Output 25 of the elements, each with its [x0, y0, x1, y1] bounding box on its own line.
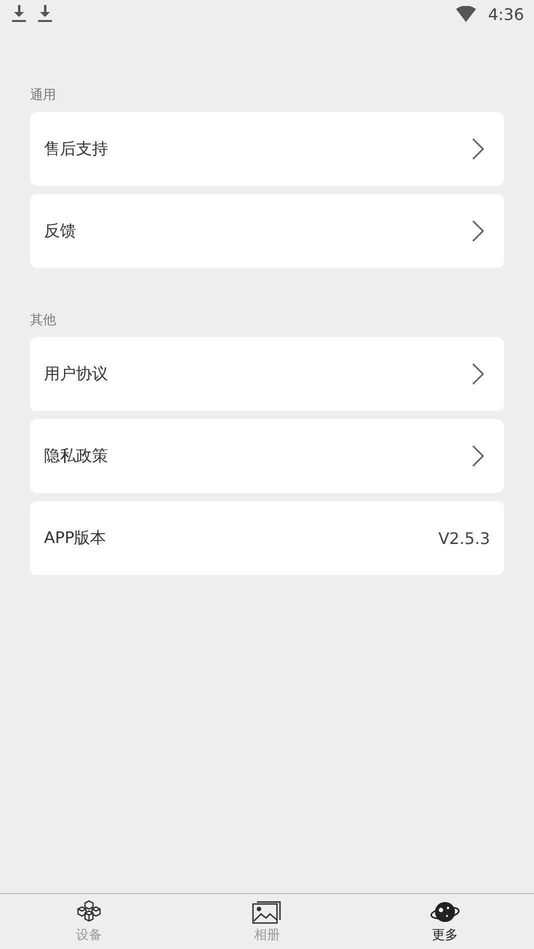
cubes-icon [76, 900, 102, 924]
download-icon [38, 5, 52, 23]
chevron-right-icon [472, 138, 484, 160]
clock-time: 4:36 [488, 4, 524, 24]
section-title: 通用 [30, 88, 57, 104]
chevron-right-icon [472, 220, 484, 242]
row-label: 用户协议 [44, 364, 109, 384]
version-value: V2.5.3 [438, 528, 490, 548]
settings-row[interactable]: 售后支持 [30, 112, 504, 186]
chevron-right-icon [472, 445, 484, 467]
section-title: 其他 [30, 313, 57, 329]
tab[interactable]: 更多 [356, 894, 534, 949]
row-label: 售后支持 [44, 138, 109, 160]
row-label: APP版本 [44, 528, 108, 548]
wifi-icon [456, 6, 476, 22]
download-icon [12, 5, 26, 23]
row-label: 反馈 [44, 220, 77, 242]
settings-row[interactable]: 用户协议 [30, 337, 504, 411]
settings-row[interactable]: APP版本 V2.5.3 [30, 501, 504, 575]
settings-row[interactable]: 反馈 [30, 194, 504, 268]
planet-icon [430, 900, 460, 924]
row-label: 隐私政策 [44, 446, 109, 466]
image-icon [252, 900, 282, 924]
settings-row[interactable]: 隐私政策 [30, 419, 504, 493]
chevron-right-icon [472, 363, 484, 385]
